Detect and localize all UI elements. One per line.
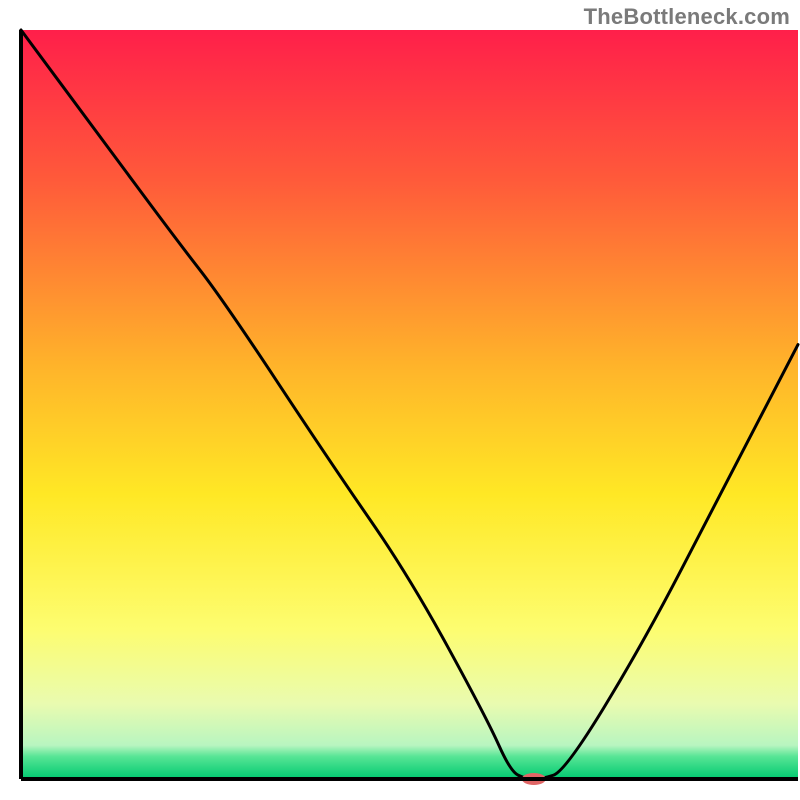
chart-container: TheBottleneck.com (0, 0, 800, 800)
watermark-text: TheBottleneck.com (584, 4, 790, 30)
bottleneck-chart (0, 0, 800, 800)
